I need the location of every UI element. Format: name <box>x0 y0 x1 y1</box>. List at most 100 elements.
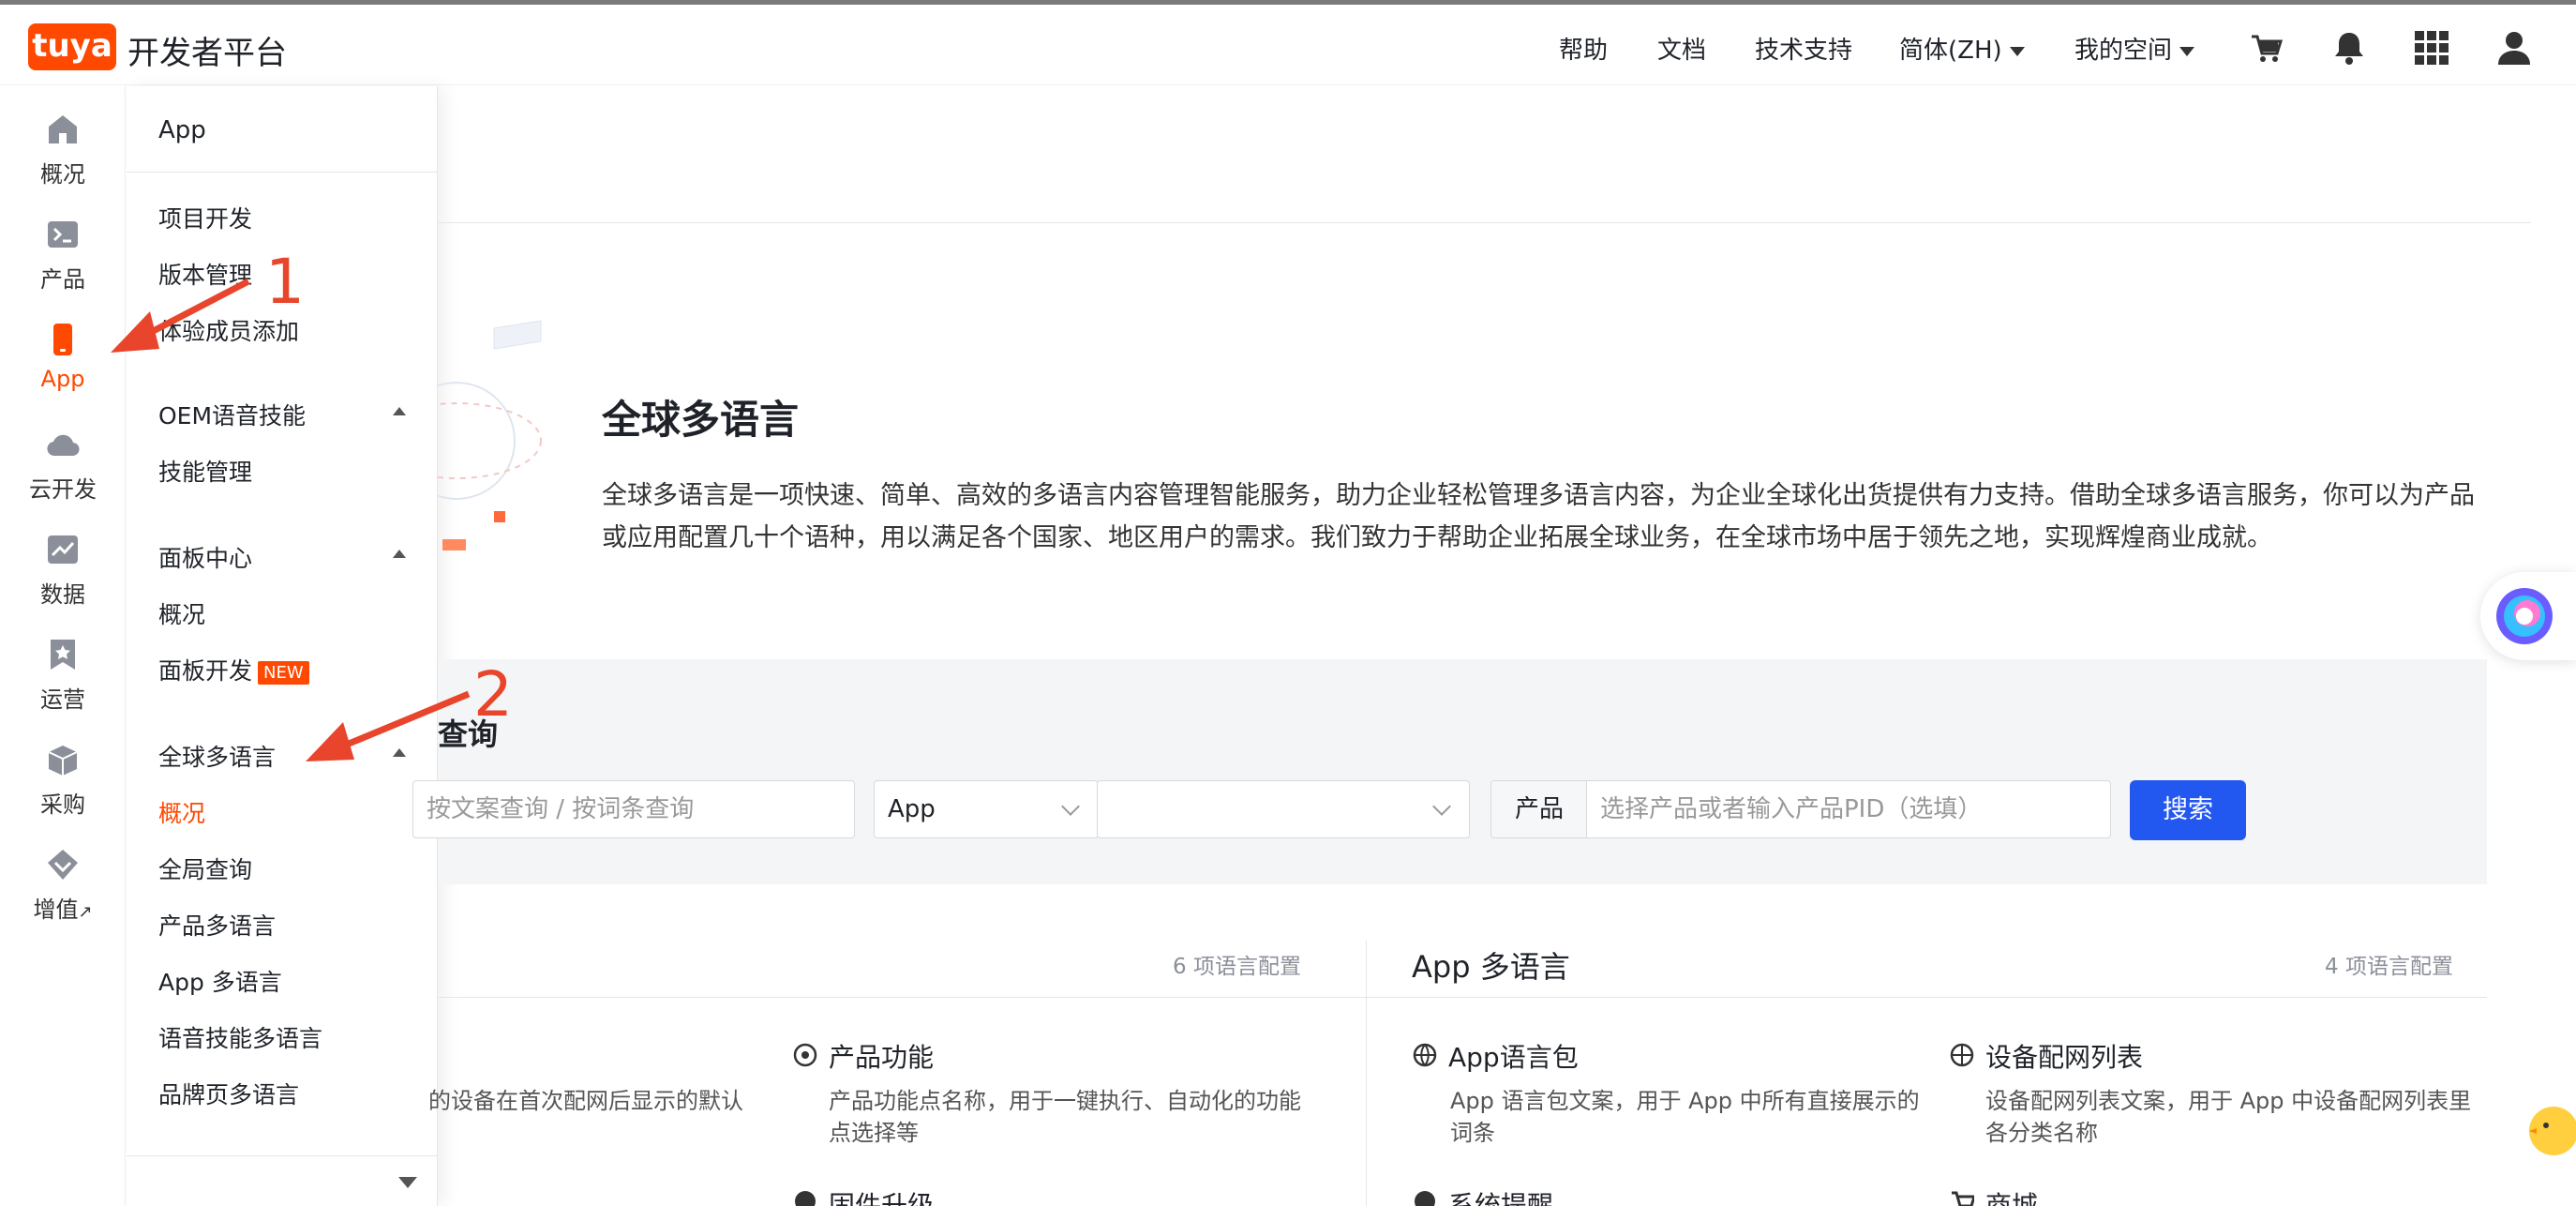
submenu-item-skill-mgmt[interactable]: 技能管理 <box>158 454 252 488</box>
divider <box>1366 997 2487 998</box>
submenu-group-oem-voice[interactable]: OEM语音技能 <box>158 398 306 431</box>
nav-docs[interactable]: 文档 <box>1657 31 1706 66</box>
rail-label-text: 增值 <box>33 897 79 923</box>
bell-icon[interactable] <box>2330 29 2368 67</box>
card-title-system-alert[interactable]: 系统提醒 <box>1448 1185 1553 1206</box>
section-count-right: 4 项语言配置 <box>2325 955 2453 979</box>
nav-support[interactable]: 技术支持 <box>1755 31 1852 66</box>
rail-label: App <box>40 366 85 392</box>
hero-illustration <box>438 320 542 550</box>
globe-icon <box>1413 1043 1437 1067</box>
card-title-firmware[interactable]: 固件升级 <box>829 1185 934 1206</box>
platform-title: 开发者平台 <box>127 35 287 72</box>
gear-icon <box>795 1191 816 1206</box>
phone-icon <box>53 324 72 355</box>
annotation-marker-1: 1 <box>265 246 305 318</box>
box-icon <box>48 746 78 776</box>
chevron-up-icon[interactable] <box>393 407 406 415</box>
section-divider <box>1366 941 1367 1206</box>
submenu-item-product-lang[interactable]: 产品多语言 <box>158 908 276 942</box>
chevron-down-icon <box>2009 46 2025 56</box>
divider <box>127 172 438 173</box>
submenu-item-project-dev[interactable]: 项目开发 <box>158 201 252 234</box>
submenu-item-voice-skill-lang[interactable]: 语音技能多语言 <box>158 1020 322 1054</box>
product-prefix-label: 产品 <box>1490 780 1588 838</box>
grid-icon[interactable] <box>2413 29 2450 67</box>
submenu-item-lang-overview[interactable]: 概况 <box>158 795 205 829</box>
rail-item-purchase[interactable]: 采购 <box>0 743 126 837</box>
rail-item-data[interactable]: 数据 <box>0 533 126 626</box>
submenu-group-global-lang[interactable]: 全球多语言 <box>158 739 276 773</box>
external-link-icon: ↗ <box>78 902 93 922</box>
chevron-down-icon <box>2179 46 2195 56</box>
card-title-mall[interactable]: 商城 <box>1985 1185 2038 1206</box>
product-input[interactable]: 选择产品或者输入产品PID（选填） <box>1586 780 2111 838</box>
workspace-label: 我的空间 <box>2074 37 2173 65</box>
assistant-orb-icon <box>2496 588 2553 644</box>
function-icon <box>793 1043 817 1067</box>
rail-item-overview[interactable]: 概况 <box>0 113 126 206</box>
new-badge: NEW <box>258 660 309 685</box>
card-desc-partial: 的设备在首次配网后显示的默认 <box>428 1088 743 1114</box>
rail-item-value-added[interactable]: 增值↗ <box>0 848 126 942</box>
rail-item-operations[interactable]: 运营 <box>0 638 126 731</box>
submenu-item-global-query[interactable]: 全局查询 <box>158 852 252 885</box>
chevron-down-icon[interactable] <box>398 1177 417 1188</box>
search-panel <box>438 659 2487 884</box>
nav-help[interactable]: 帮助 <box>1559 31 1608 66</box>
icon-rail: 概况 产品 App 云开发 数据 运营 采购 增值↗ <box>0 86 126 1206</box>
rail-item-app[interactable]: App <box>0 323 126 416</box>
card-desc-device-network-list: 设备配网列表文案，用于 App 中设备配网列表里各分类名称 <box>1985 1088 2472 1146</box>
rail-label: 运营 <box>40 686 85 713</box>
rail-label: 云开发 <box>29 476 97 503</box>
submenu-item-app-lang[interactable]: App 多语言 <box>158 964 282 998</box>
cart-icon[interactable] <box>2248 29 2285 67</box>
rail-label: 增值↗ <box>0 891 126 924</box>
rail-label: 产品 <box>40 266 85 293</box>
rail-label: 数据 <box>40 581 85 608</box>
type-select[interactable]: App <box>874 780 1099 838</box>
cart-icon <box>1952 1191 1974 1206</box>
submenu-item-panel-dev[interactable]: 面板开发 NEW <box>158 653 309 686</box>
card-desc-product-function: 产品功能点名称，用于一键执行、自动化的功能点选择等 <box>829 1088 1301 1146</box>
submenu-title: App <box>158 116 206 144</box>
submenu-group-panel-center[interactable]: 面板中心 <box>158 540 252 574</box>
card-title-app-lang-pack[interactable]: App语言包 <box>1448 1037 1579 1075</box>
divider <box>438 997 1366 998</box>
page-title: 全球多语言 <box>602 397 800 443</box>
diamond-icon <box>48 850 78 880</box>
annotation-marker-2: 2 <box>473 658 513 731</box>
submenu-item-brand-page-lang[interactable]: 品牌页多语言 <box>158 1077 299 1110</box>
workspace-menu[interactable]: 我的空间 <box>2074 31 2195 66</box>
cloud-icon <box>47 434 80 457</box>
submenu-item-panel-overview[interactable]: 概况 <box>158 596 205 630</box>
section-title-app-lang: App 多语言 <box>1412 949 1570 985</box>
chevron-up-icon[interactable] <box>393 748 406 757</box>
card-desc-app-lang-pack: App 语言包文案，用于 App 中所有直接展示的词条 <box>1450 1088 1920 1146</box>
page-description: 全球多语言是一项快速、简单、高效的多语言内容管理智能服务，助力企业轻松管理多语言… <box>602 481 2475 552</box>
network-globe-icon <box>1950 1043 1974 1067</box>
chevron-up-icon[interactable] <box>393 550 406 558</box>
secondary-select[interactable] <box>1097 780 1470 838</box>
chevron-down-icon <box>1061 797 1080 816</box>
submenu-item-test-members[interactable]: 体验成员添加 <box>158 313 299 347</box>
alert-icon <box>1415 1191 1435 1206</box>
rail-item-product[interactable]: 产品 <box>0 218 126 311</box>
section-count-left: 6 项语言配置 <box>1173 955 1301 979</box>
language-label: 简体(ZH) <box>1899 37 2002 65</box>
text-search-input[interactable]: 按文案查询 / 按词条查询 <box>412 780 855 838</box>
search-button[interactable]: 搜索 <box>2130 780 2246 840</box>
user-icon[interactable] <box>2495 29 2533 67</box>
rail-item-cloud[interactable]: 云开发 <box>0 428 126 521</box>
chick-mascot-icon[interactable] <box>2525 1097 2576 1163</box>
top-header: tuya 开发者平台 帮助 文档 技术支持 简体(ZH) 我的空间 <box>0 5 2576 85</box>
divider <box>127 1155 438 1156</box>
submenu-item-version-mgmt[interactable]: 版本管理 <box>158 257 252 291</box>
card-title-device-network-list[interactable]: 设备配网列表 <box>1985 1037 2143 1075</box>
bookmark-icon <box>51 640 75 670</box>
chevron-down-icon <box>1432 797 1451 816</box>
card-title-product-function[interactable]: 产品功能 <box>829 1037 934 1075</box>
tuya-logo[interactable]: tuya <box>28 23 116 70</box>
language-selector[interactable]: 简体(ZH) <box>1899 31 2025 66</box>
ai-assistant-button[interactable] <box>2480 572 2576 660</box>
